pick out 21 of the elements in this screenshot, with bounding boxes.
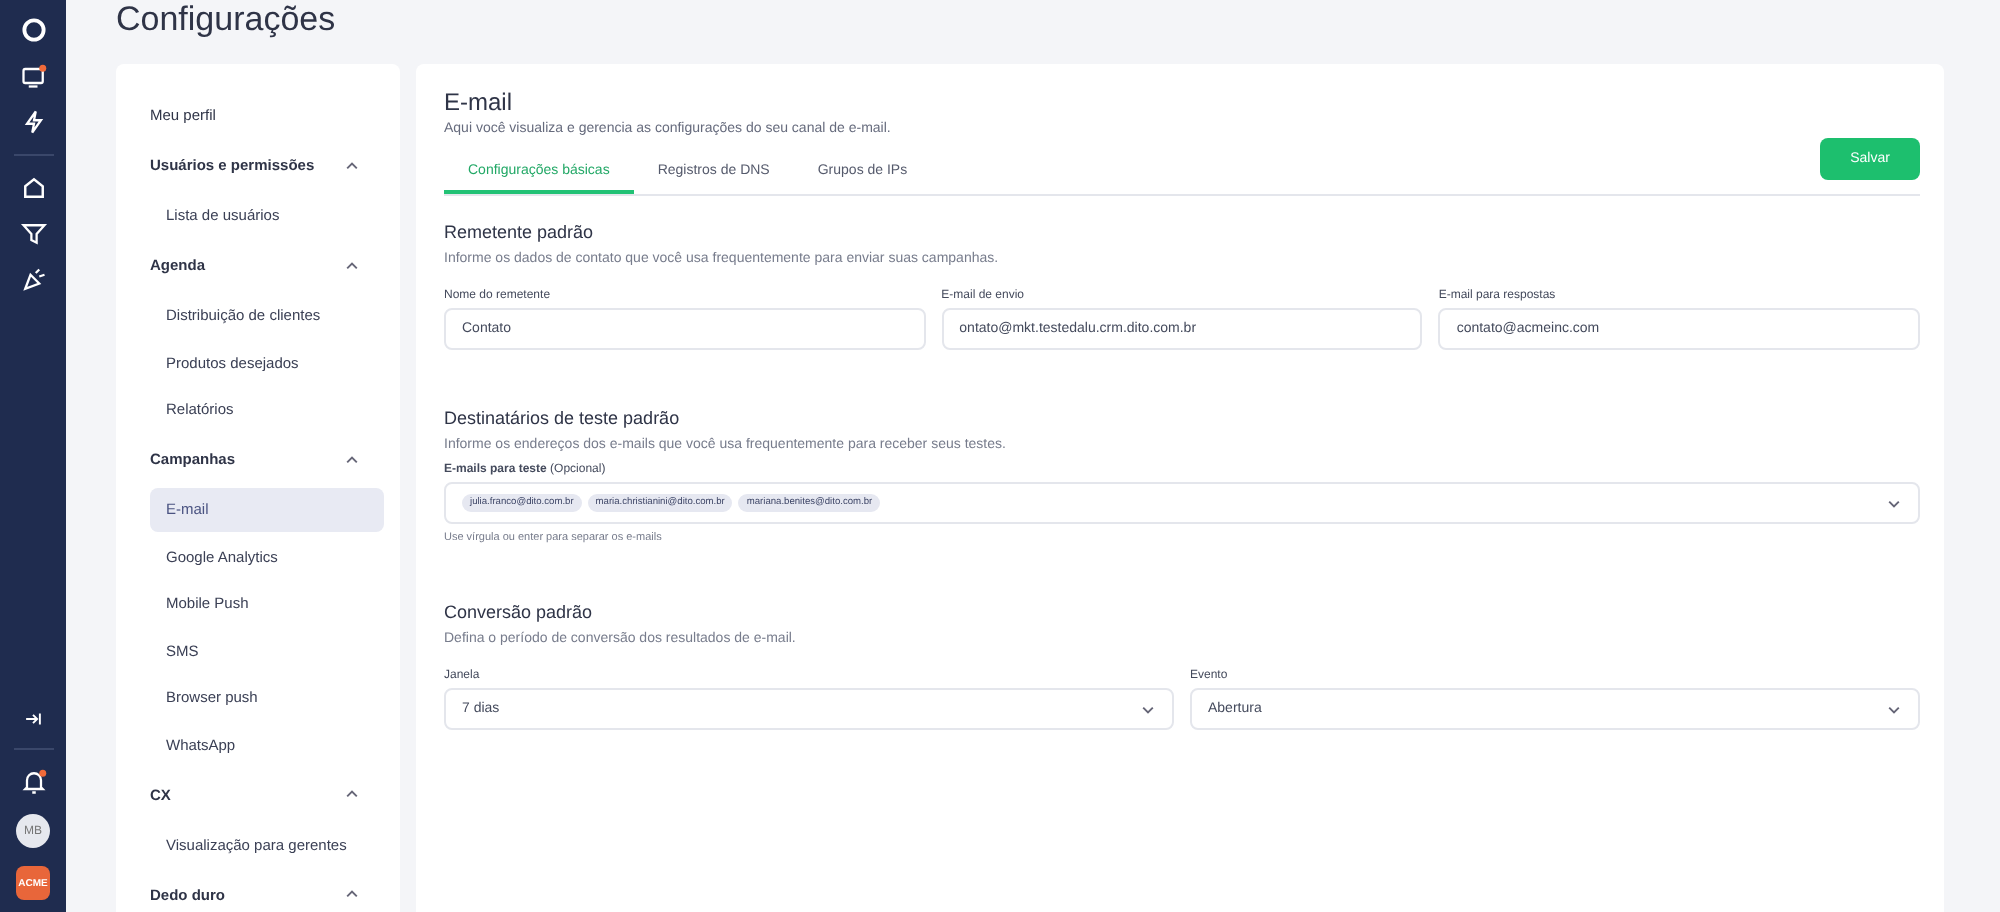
chevron-up-icon[interactable] [344, 157, 360, 173]
page-title: Configurações [116, 0, 338, 42]
chevron-up-icon[interactable] [344, 451, 360, 467]
monitor-icon[interactable] [19, 62, 47, 90]
funnel-icon[interactable] [19, 220, 47, 248]
lightning-icon[interactable] [19, 108, 47, 136]
collapse-icon[interactable] [22, 708, 44, 730]
party-icon[interactable] [19, 266, 47, 294]
logo-icon[interactable] [19, 16, 47, 44]
chevron-down-icon[interactable] [1886, 495, 1902, 511]
home-icon[interactable] [19, 174, 47, 202]
chevron-down-icon[interactable] [1140, 701, 1156, 717]
chevron-down-icon[interactable] [1886, 701, 1902, 717]
chevron-up-icon[interactable] [344, 886, 360, 902]
card-title: E-mail [444, 88, 515, 116]
chevron-up-icon[interactable] [344, 786, 360, 802]
section-title: Remetente padrão [444, 222, 596, 242]
chevron-up-icon[interactable] [344, 257, 360, 273]
bell-icon[interactable] [19, 768, 47, 796]
section-title: Destinatários de teste padrão [444, 408, 682, 428]
section-title: Conversão padrão [444, 602, 595, 622]
